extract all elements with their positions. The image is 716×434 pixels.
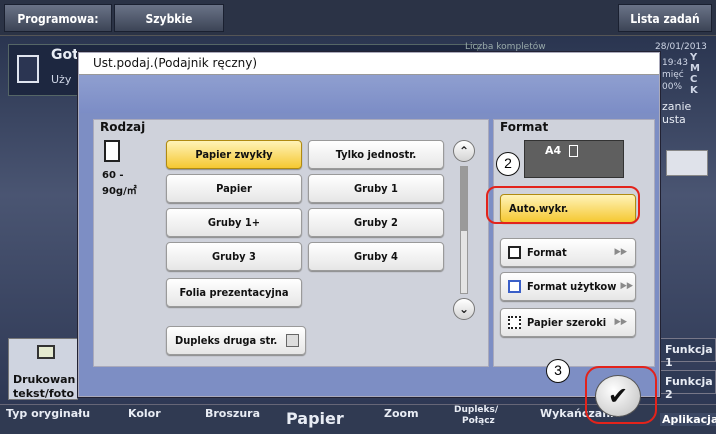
custom-format-label: Format użytkow [527, 280, 617, 293]
function2-button[interactable]: Funkcja 2 [660, 370, 716, 401]
checkbox-icon [286, 334, 299, 347]
plain-paper-button[interactable]: Papier zwykły [166, 140, 302, 169]
custom-format-icon [508, 280, 521, 293]
function2-label: Funkcja 2 [665, 375, 713, 401]
duplex-icon [666, 150, 708, 176]
memory-text: mięć [662, 70, 684, 80]
print-type-button[interactable]: Drukowan tekst/foto [8, 338, 78, 400]
print-type-label2: tekst/foto [13, 387, 75, 400]
wide-paper-icon [508, 316, 521, 329]
toner-y-label: Y [690, 52, 698, 63]
tab-booklet[interactable]: Broszura [205, 407, 260, 420]
format-display: A4 [524, 140, 624, 178]
scrollbar-track[interactable] [460, 166, 468, 294]
programs-tab[interactable]: Programowa: [4, 4, 112, 32]
tab-original-type[interactable]: Typ oryginału [6, 407, 90, 420]
print-type-icon [37, 345, 55, 359]
scroll-up-button[interactable]: ⌃ [453, 140, 475, 162]
portrait-page-icon [569, 145, 578, 157]
double-chevron-right-icon: ▶▶ [614, 247, 627, 257]
settings-label: zanie usta [662, 100, 692, 126]
auto-detect-highlight [486, 186, 640, 224]
single-side-button[interactable]: Tylko jednostr. [308, 140, 444, 169]
job-list-button[interactable]: Lista zadań [618, 4, 712, 32]
duplex-second-side-button[interactable]: Dupleks druga str. [166, 326, 306, 355]
function1-button[interactable]: Funkcja 1 [660, 338, 716, 369]
weight-label: 60 - [102, 170, 124, 181]
dialog-title: Ust.podaj.(Podajnik ręczny) [93, 56, 258, 70]
thick1plus-button[interactable]: Gruby 1+ [166, 208, 302, 237]
wide-paper-button[interactable]: Papier szeroki ▶▶ [500, 308, 636, 337]
wide-paper-label: Papier szeroki [527, 316, 607, 329]
percent-text: 00% [662, 82, 683, 92]
copier-screen: Programowa: Szybkie kopiowani Lista zada… [0, 0, 716, 434]
dialog-header-band [79, 75, 659, 113]
double-chevron-right-icon: ▶▶ [620, 281, 633, 291]
tab-color[interactable]: Kolor [128, 407, 161, 420]
print-type-label: Drukowan [13, 373, 76, 386]
top-bar: Programowa: Szybkie kopiowani Lista zada… [0, 0, 716, 54]
format-icon [508, 246, 521, 259]
weight-label-unit: 90g/㎡ [102, 186, 137, 197]
duplex-second-side-label: Dupleks druga str. [175, 334, 278, 347]
background-title: Got [51, 47, 79, 63]
thick4-button[interactable]: Gruby 4 [308, 242, 444, 271]
paper-tray-settings-dialog: Ust.podaj.(Podajnik ręczny) Rodzaj 60 - … [78, 52, 660, 417]
toner-m-label: M [690, 63, 700, 74]
function1-label: Funkcja 1 [665, 343, 713, 369]
dialog-title-bar: Ust.podaj.(Podajnik ręczny) [79, 53, 659, 75]
toner-k-label: K [690, 85, 698, 96]
thick3-button[interactable]: Gruby 3 [166, 242, 302, 271]
tab-zoom[interactable]: Zoom [384, 407, 419, 420]
format-button[interactable]: Format ▶▶ [500, 238, 636, 267]
callout-2: 2 [496, 152, 520, 176]
thick2-button[interactable]: Gruby 2 [308, 208, 444, 237]
paper-button[interactable]: Papier [166, 174, 302, 203]
sets-label: Liczba kompletów [465, 42, 546, 52]
paper-type-panel: Rodzaj 60 - 90g/㎡ Papier zwykły Tylko je… [93, 119, 489, 367]
thick1-button[interactable]: Gruby 1 [308, 174, 444, 203]
tab-application[interactable]: Aplikacja [660, 413, 716, 426]
paper-icon [104, 140, 120, 162]
transparency-button[interactable]: Folia prezentacyjna [166, 278, 302, 307]
quick-copy-tab[interactable]: Szybkie kopiowani [114, 4, 224, 54]
scroll-down-button[interactable]: ⌄ [453, 298, 475, 320]
background-user: Uży [51, 73, 72, 86]
tab-duplex-line2: Połącz [462, 416, 495, 426]
date-text: 28/01/2013 [655, 42, 707, 52]
tab-paper[interactable]: Papier [286, 409, 344, 428]
type-label: Rodzaj [100, 120, 146, 134]
callout-3: 3 [546, 359, 570, 383]
document-icon [17, 55, 39, 83]
time-text: 19:43 [662, 58, 688, 68]
ok-button-highlight [585, 366, 657, 424]
format-value: A4 [545, 144, 562, 157]
scrollbar-thumb[interactable] [461, 167, 467, 231]
format-label: Format [500, 120, 549, 134]
custom-format-button[interactable]: Format użytkow ▶▶ [500, 272, 636, 301]
double-chevron-right-icon: ▶▶ [614, 317, 627, 327]
toner-c-label: C [690, 74, 698, 85]
format-button-label: Format [527, 246, 567, 259]
tab-duplex[interactable]: Dupleks/ [454, 405, 498, 415]
